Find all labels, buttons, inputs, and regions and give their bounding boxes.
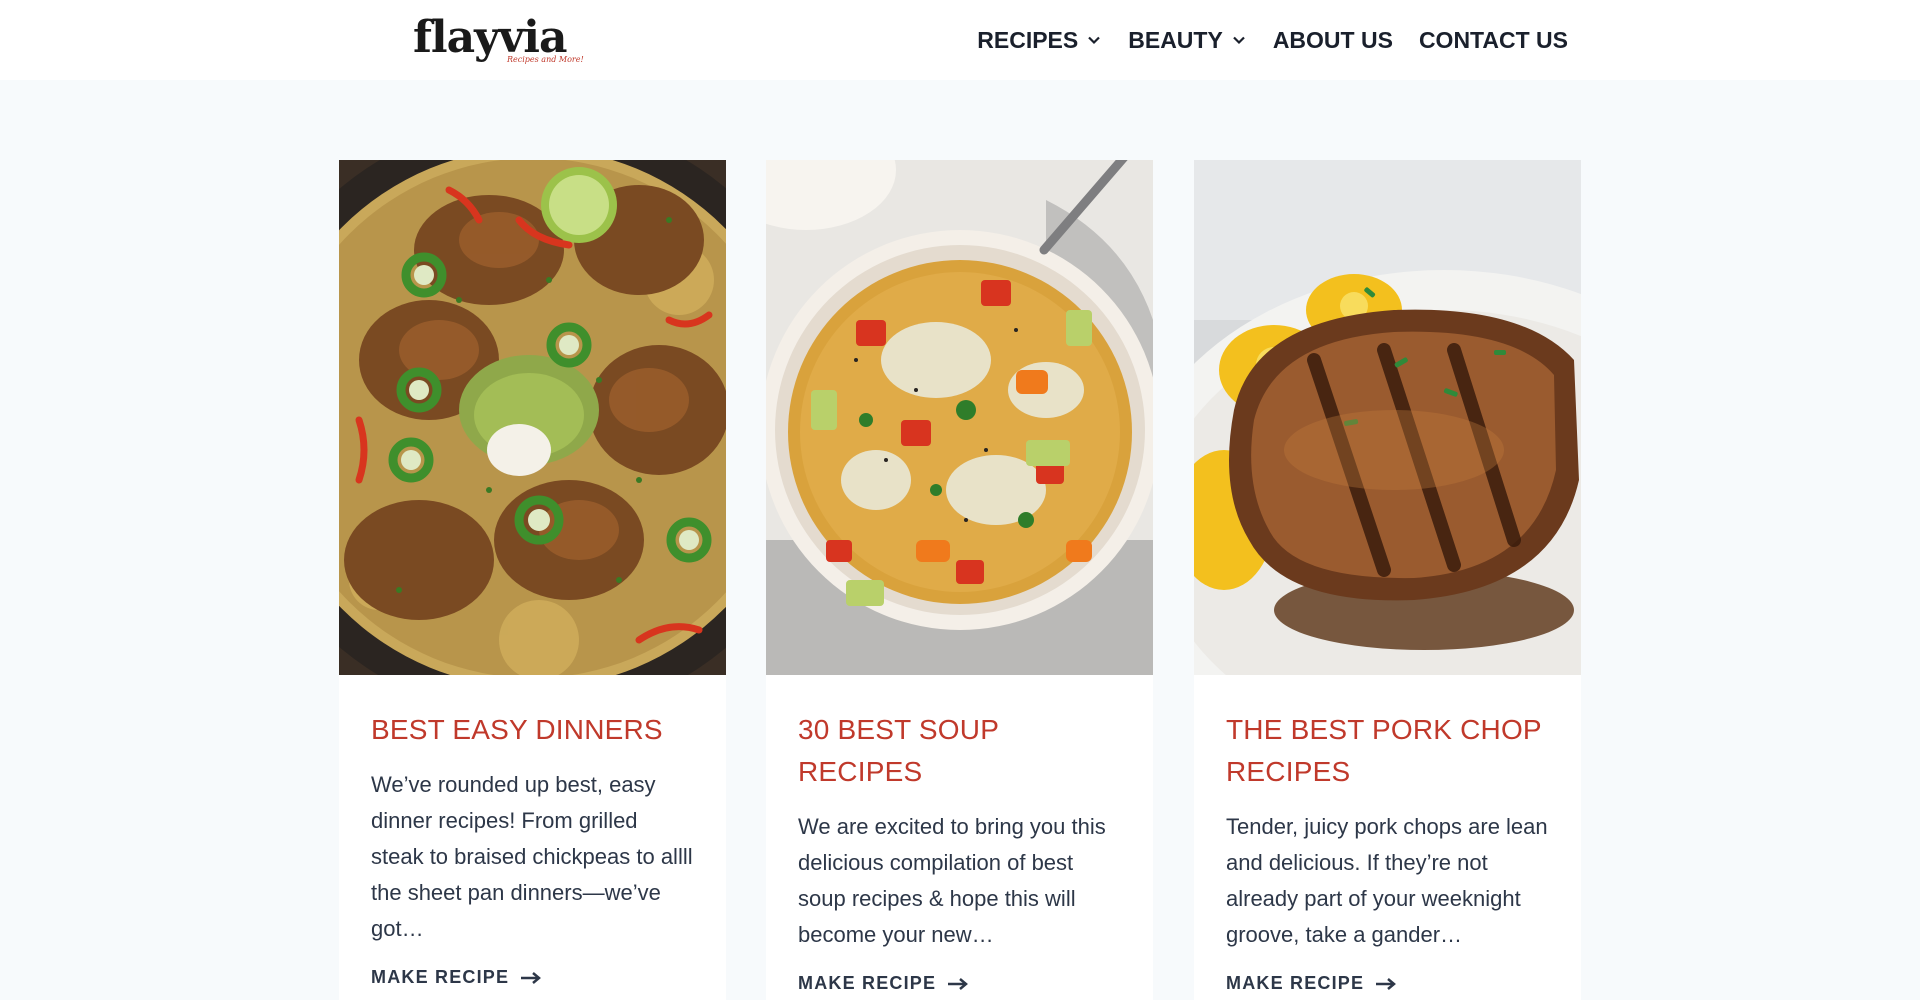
make-recipe-label: MAKE RECIPE: [798, 973, 937, 993]
arrow-right-icon: [1376, 977, 1397, 990]
nav-item-about-us[interactable]: ABOUT US: [1273, 27, 1393, 54]
card-excerpt: We are excited to bring you this delicio…: [798, 814, 1106, 947]
site-header: flayvia Recipes and More! RECIPES BEAUTY…: [0, 0, 1920, 80]
chicken-rice-skillet-image: [339, 160, 726, 675]
card-excerpt: Tender, juicy pork chops are lean and de…: [1226, 814, 1548, 947]
grilled-pork-chop-image: [1194, 160, 1581, 675]
card-body: THE BEST PORK CHOP RECIPES Tender, juicy…: [1194, 675, 1581, 994]
nav-item-recipes[interactable]: RECIPES: [977, 27, 1102, 54]
nav-label: BEAUTY: [1128, 26, 1223, 53]
recipe-card: 30 BEST SOUP RECIPES We are excited to b…: [766, 160, 1153, 1000]
chevron-down-icon: [1231, 32, 1247, 48]
recipe-card: THE BEST PORK CHOP RECIPES Tender, juicy…: [1194, 160, 1581, 1000]
card-title[interactable]: THE BEST PORK CHOP RECIPES: [1226, 709, 1549, 793]
card-excerpt: We’ve rounded up best, easy dinner recip…: [371, 772, 693, 941]
make-recipe-label: MAKE RECIPE: [1226, 973, 1365, 993]
recipe-card-image[interactable]: [766, 160, 1153, 675]
chevron-down-icon: [1086, 32, 1102, 48]
nav-item-contact-us[interactable]: CONTACT US: [1419, 27, 1568, 54]
nav-label: RECIPES: [977, 26, 1079, 53]
nav-label: ABOUT US: [1272, 26, 1393, 53]
card-body: BEST EASY DINNERS We’ve rounded up best,…: [339, 675, 726, 988]
arrow-right-icon: [948, 977, 969, 990]
make-recipe-label: MAKE RECIPE: [371, 967, 510, 987]
card-title[interactable]: BEST EASY DINNERS: [371, 709, 694, 751]
nav-label: CONTACT US: [1418, 26, 1568, 53]
card-title[interactable]: 30 BEST SOUP RECIPES: [798, 709, 1121, 793]
vegetable-soup-bowl-image: [766, 160, 1153, 675]
arrow-right-icon: [521, 971, 542, 984]
nav-item-beauty[interactable]: BEAUTY: [1128, 27, 1247, 54]
make-recipe-link[interactable]: MAKE RECIPE: [1226, 973, 1397, 994]
make-recipe-link[interactable]: MAKE RECIPE: [798, 973, 969, 994]
card-body: 30 BEST SOUP RECIPES We are excited to b…: [766, 675, 1153, 994]
recipe-card-image[interactable]: [339, 160, 726, 675]
logo-tagline: Recipes and More!: [507, 55, 584, 64]
make-recipe-link[interactable]: MAKE RECIPE: [371, 967, 542, 988]
site-logo[interactable]: flayvia Recipes and More!: [413, 12, 584, 68]
recipe-card-image[interactable]: [1194, 160, 1581, 675]
main-nav: RECIPES BEAUTY ABOUT US CONTACT US: [977, 24, 1568, 56]
recipe-card: BEST EASY DINNERS We’ve rounded up best,…: [339, 160, 726, 1000]
